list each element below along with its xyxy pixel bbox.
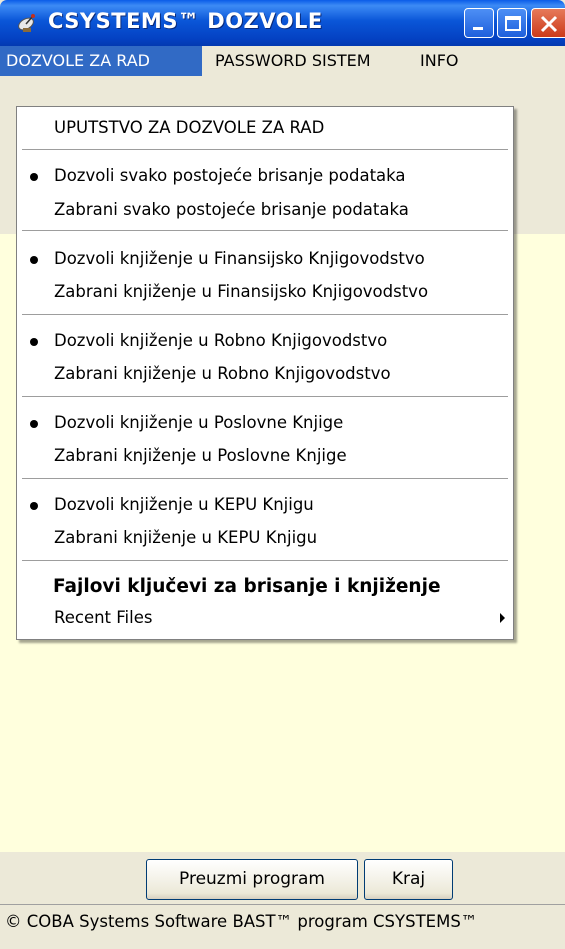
menu-item-fajlovi-kljucevi[interactable]: Fajlovi ključevi za brisanje i knjiženje bbox=[17, 572, 513, 602]
menu-bar: DOZVOLE ZA RAD PASSWORD SISTEM INFO bbox=[0, 46, 565, 76]
menu-item-label: Dozvoli knjiženje u Poslovne Knjige bbox=[54, 413, 344, 432]
submenu-arrow-icon bbox=[500, 613, 505, 623]
menu-separator bbox=[22, 478, 508, 480]
radio-bullet-icon bbox=[30, 338, 38, 346]
menu-separator bbox=[22, 396, 508, 398]
title-bar[interactable]: CSYSTEMS™ DOZVOLE bbox=[0, 0, 565, 46]
kraj-button[interactable]: Kraj bbox=[364, 859, 453, 900]
menu-item-zabrani-brisanje[interactable]: Zabrani svako postojeće brisanje podatak… bbox=[17, 195, 513, 225]
menu-item-zabrani-kepu[interactable]: Zabrani knjiženje u KEPU Knjigu bbox=[17, 523, 513, 553]
menu-item-recent-files[interactable]: Recent Files bbox=[17, 603, 513, 633]
menu-item-dozvoli-robno[interactable]: Dozvoli knjiženje u Robno Knjigovodstvo bbox=[17, 326, 513, 356]
radio-bullet-icon bbox=[30, 173, 38, 181]
status-bar: © COBA Systems Software BAST™ program CS… bbox=[0, 904, 565, 949]
menu-password-sistem[interactable]: PASSWORD SISTEM bbox=[209, 46, 377, 76]
menu-separator bbox=[22, 149, 508, 151]
radio-bullet-icon bbox=[30, 256, 38, 264]
radio-bullet-icon bbox=[30, 502, 38, 510]
menu-item-dozvoli-poslovne[interactable]: Dozvoli knjiženje u Poslovne Knjige bbox=[17, 408, 513, 438]
radio-bullet-icon bbox=[30, 420, 38, 428]
menu-separator bbox=[22, 230, 508, 232]
close-icon bbox=[540, 15, 558, 33]
menu-item-label: Dozvoli knjiženje u Finansijsko Knjigovo… bbox=[54, 249, 425, 268]
menu-item-zabrani-robno[interactable]: Zabrani knjiženje u Robno Knjigovodstvo bbox=[17, 359, 513, 389]
menu-item-label: Recent Files bbox=[54, 608, 153, 627]
dozvole-dropdown-menu: UPUTSTVO ZA DOZVOLE ZA RAD Dozvoli svako… bbox=[16, 106, 514, 640]
menu-item-label: Dozvoli svako postojeće brisanje podatak… bbox=[54, 166, 406, 185]
close-button[interactable] bbox=[531, 8, 565, 38]
maximize-button[interactable] bbox=[497, 8, 527, 38]
menu-dozvole-za-rad[interactable]: DOZVOLE ZA RAD bbox=[0, 46, 202, 76]
menu-info[interactable]: INFO bbox=[414, 46, 464, 76]
menu-item-zabrani-poslovne[interactable]: Zabrani knjiženje u Poslovne Knjige bbox=[17, 441, 513, 471]
minimize-icon bbox=[473, 27, 483, 30]
minimize-button[interactable] bbox=[464, 8, 494, 38]
menu-item-dozvoli-brisanje[interactable]: Dozvoli svako postojeće brisanje podatak… bbox=[17, 161, 513, 191]
menu-separator bbox=[22, 560, 508, 562]
menu-item-dozvoli-finansijsko[interactable]: Dozvoli knjiženje u Finansijsko Knjigovo… bbox=[17, 244, 513, 274]
menu-item-uputstvo[interactable]: UPUTSTVO ZA DOZVOLE ZA RAD bbox=[17, 113, 513, 143]
menu-item-label: Dozvoli knjiženje u Robno Knjigovodstvo bbox=[54, 331, 388, 350]
window-title: CSYSTEMS™ DOZVOLE bbox=[48, 9, 323, 33]
menu-item-zabrani-finansijsko[interactable]: Zabrani knjiženje u Finansijsko Knjigovo… bbox=[17, 277, 513, 307]
maximize-icon bbox=[505, 16, 521, 31]
menu-item-label: Dozvoli knjiženje u KEPU Knjigu bbox=[54, 495, 314, 514]
menu-item-dozvoli-kepu[interactable]: Dozvoli knjiženje u KEPU Knjigu bbox=[17, 490, 513, 520]
satellite-dish-icon[interactable] bbox=[16, 12, 38, 34]
preuzmi-program-button[interactable]: Preuzmi program bbox=[146, 859, 358, 900]
menu-separator bbox=[22, 314, 508, 316]
